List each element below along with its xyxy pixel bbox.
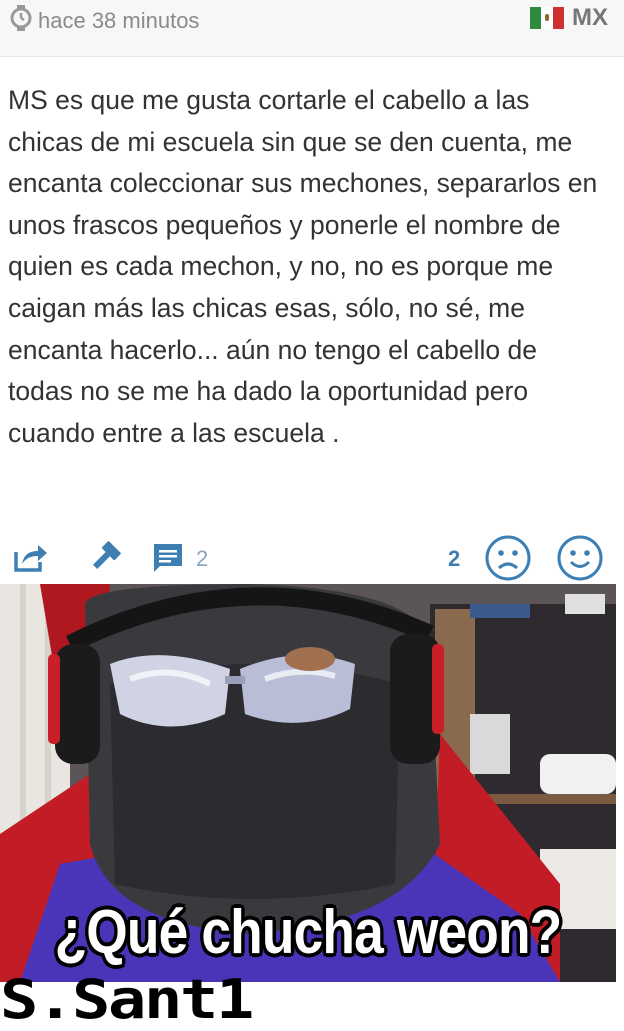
action-bar: 2 2 <box>0 530 624 586</box>
mexico-flag-icon <box>530 7 564 29</box>
gavel-icon[interactable] <box>88 540 122 579</box>
meme-image: ¿Qué chucha weon? <box>0 584 616 982</box>
sad-face-icon[interactable] <box>484 534 532 587</box>
post-body-text: MS es que me gusta cortarle el cabello a… <box>8 85 598 448</box>
country-code: MX <box>572 4 608 31</box>
post-header: hace 38 minutos MX <box>0 0 624 57</box>
time-ago-text: hace 38 minutos <box>38 7 200 33</box>
watermark-text: S.Sant1 <box>0 968 254 1031</box>
happy-face-icon[interactable] <box>556 534 604 587</box>
share-icon[interactable] <box>14 542 48 577</box>
comment-icon[interactable] <box>152 542 184 579</box>
stopwatch-icon <box>10 5 32 36</box>
meme-caption: ¿Qué chucha weon? <box>54 898 563 967</box>
post-time: hace 38 minutos <box>10 5 199 36</box>
country-indicator: MX <box>530 4 608 32</box>
comment-count: 2 <box>196 546 209 571</box>
sad-count: 2 <box>448 546 461 571</box>
